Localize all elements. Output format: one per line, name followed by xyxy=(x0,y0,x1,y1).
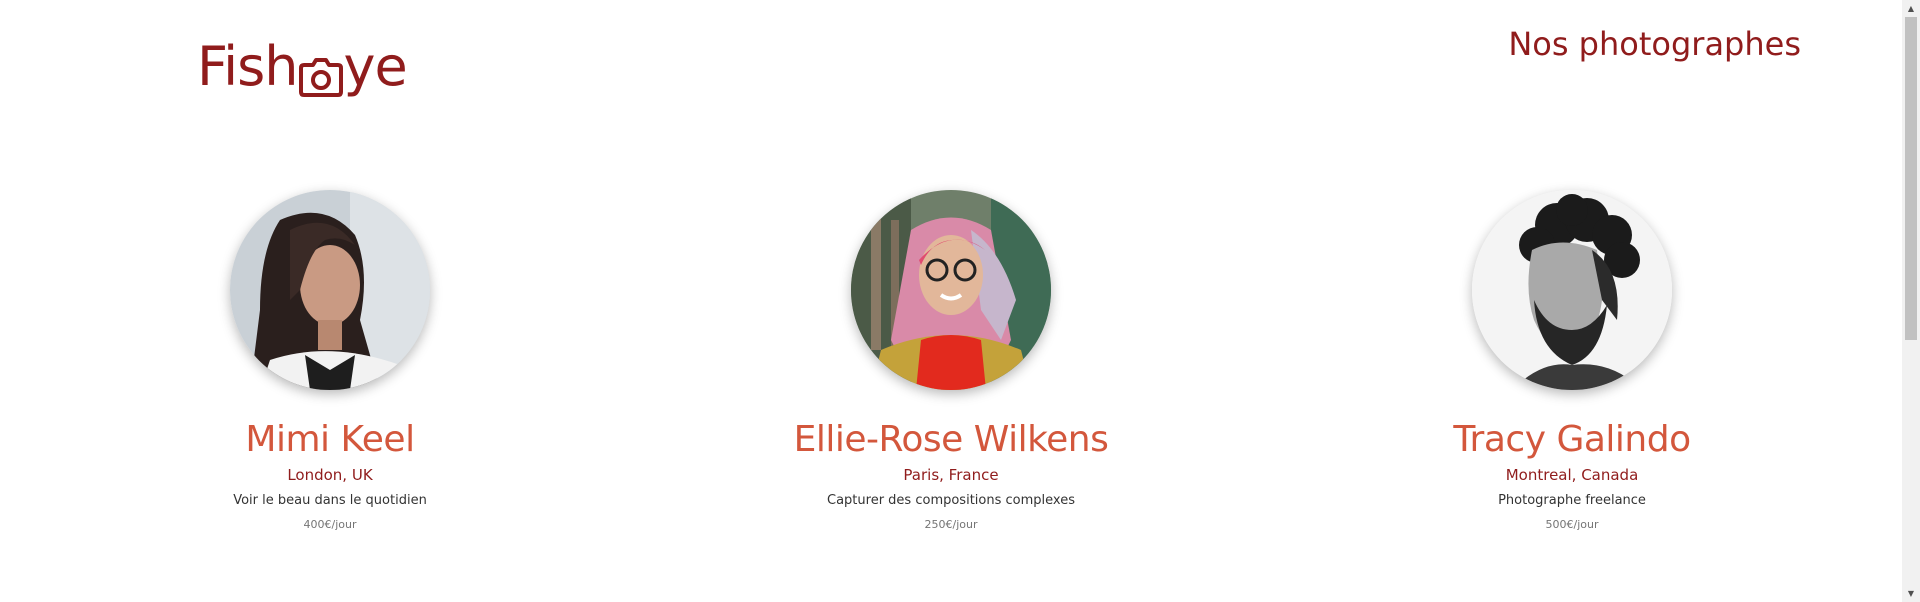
page-title: Nos photographes xyxy=(1508,25,1801,63)
photographer-card: Mimi Keel London, UK Voir le beau dans l… xyxy=(120,190,540,532)
photographer-link[interactable]: Mimi Keel xyxy=(120,190,540,460)
photographer-name: Tracy Galindo xyxy=(1453,419,1691,460)
photographer-name: Mimi Keel xyxy=(245,419,415,460)
photographer-name: Ellie-Rose Wilkens xyxy=(793,419,1109,460)
main-content: Fish ye Nos photographes Mimi Keel Londo… xyxy=(0,0,1902,602)
logo-text-end: ye xyxy=(343,34,408,98)
photographer-avatar xyxy=(1472,190,1672,390)
photographer-card: Tracy Galindo Montreal, Canada Photograp… xyxy=(1362,190,1782,532)
photographer-card: Ellie-Rose Wilkens Paris, France Capture… xyxy=(741,190,1161,532)
chevron-down-icon[interactable]: ▼ xyxy=(1902,585,1920,602)
photographer-avatar xyxy=(230,190,430,390)
photographer-price: 250€/jour xyxy=(924,518,978,531)
photographer-link[interactable]: Ellie-Rose Wilkens xyxy=(741,190,1161,460)
photographer-price: 500€/jour xyxy=(1545,518,1599,531)
photographer-price: 400€/jour xyxy=(303,518,357,531)
photographer-location: London, UK xyxy=(287,466,373,484)
photographer-location: Montreal, Canada xyxy=(1505,466,1639,484)
photographer-tagline: Photographe freelance xyxy=(1498,493,1646,508)
photographer-tagline: Capturer des compositions complexes xyxy=(827,493,1075,508)
photographer-avatar xyxy=(851,190,1051,390)
vertical-scrollbar[interactable]: ▲ ▼ xyxy=(1902,0,1920,602)
scrollbar-thumb[interactable] xyxy=(1905,17,1917,340)
photographer-location: Paris, France xyxy=(903,466,999,484)
camera-icon xyxy=(298,47,343,97)
photographer-tagline: Voir le beau dans le quotidien xyxy=(233,493,427,508)
logo-text-start: Fish xyxy=(197,34,298,98)
chevron-up-icon[interactable]: ▲ xyxy=(1902,0,1920,17)
page: Fish ye Nos photographes Mimi Keel Londo… xyxy=(0,0,1920,602)
fisheye-logo[interactable]: Fish ye xyxy=(197,34,408,98)
photographer-link[interactable]: Tracy Galindo xyxy=(1362,190,1782,460)
